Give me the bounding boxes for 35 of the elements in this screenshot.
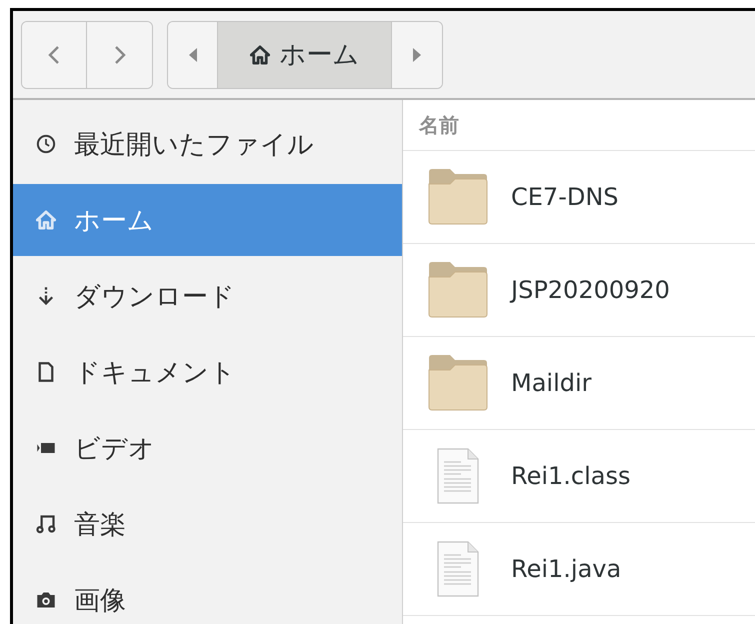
file-name: Maildir (510, 369, 592, 397)
camera-icon (36, 590, 56, 610)
clock-icon (36, 134, 56, 154)
home-icon (36, 210, 56, 230)
triangle-right-icon (413, 48, 421, 62)
sidebar-item[interactable]: ドキュメント (13, 336, 402, 408)
folder-icon (428, 168, 488, 226)
file-name: JSP20200920 (509, 276, 670, 304)
sidebar-item[interactable]: 音楽 (13, 488, 402, 560)
file-name: Rei1.java (510, 555, 622, 583)
sidebar-item[interactable]: 画像 (13, 564, 402, 624)
chevron-left-icon (48, 44, 60, 64)
file-name: Rei1.class (510, 462, 631, 490)
file-row[interactable]: Maildir (403, 337, 755, 430)
download-icon (36, 286, 56, 306)
document-icon (36, 362, 56, 382)
sidebar-item[interactable]: ダウンロード (13, 260, 402, 332)
file-name: CE7-DNS (510, 183, 619, 211)
back-button[interactable] (22, 22, 87, 88)
scroll-left-button[interactable] (168, 22, 218, 88)
folder-icon (428, 261, 488, 319)
file-row[interactable]: JSP20200920 (403, 244, 755, 337)
file-row[interactable]: Rei1.java (403, 523, 755, 616)
sidebar-item[interactable]: 最近開いたファイル (13, 108, 402, 180)
file-row[interactable]: CE7-DNS (403, 151, 755, 244)
triangle-left-icon (188, 48, 196, 62)
home-icon (250, 44, 270, 64)
sidebar-item[interactable]: ビデオ (13, 412, 402, 484)
text-file-icon (437, 448, 479, 504)
path-button[interactable]: ホーム (218, 22, 392, 88)
file-row[interactable]: Rei1.class (403, 430, 755, 523)
chevron-right-icon (114, 44, 126, 64)
text-file-icon (437, 541, 479, 597)
folder-icon (428, 354, 488, 412)
music-note-icon (36, 514, 56, 534)
